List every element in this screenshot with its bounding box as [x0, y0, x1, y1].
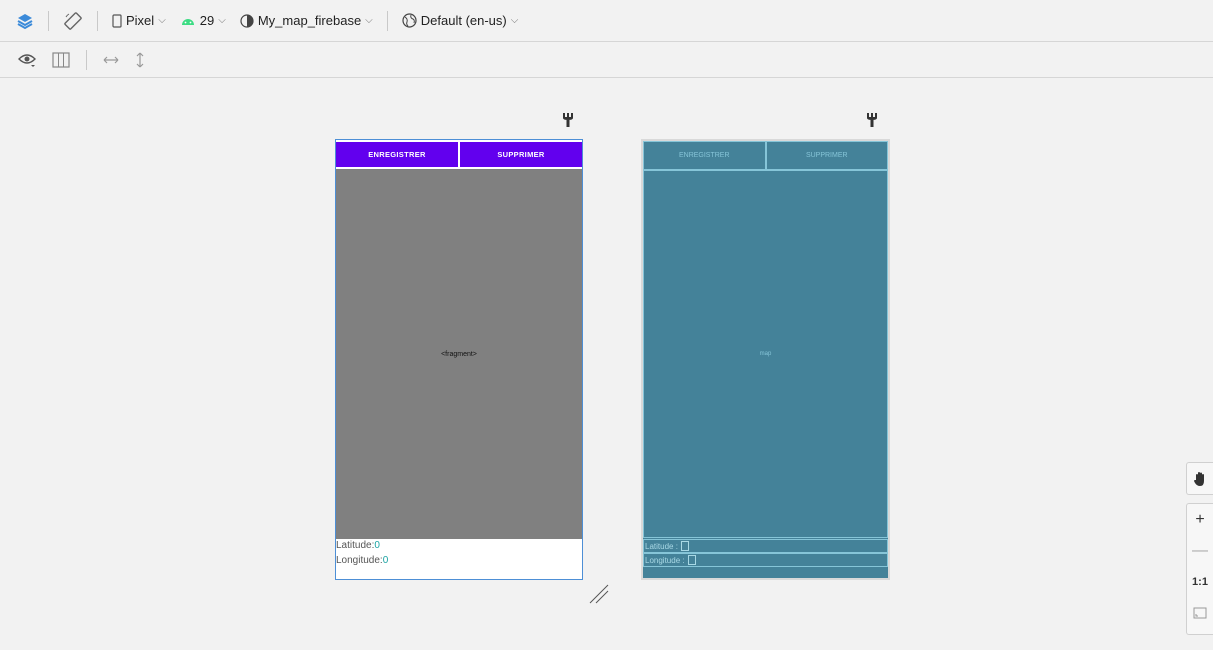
columns-icon[interactable] [48, 49, 74, 71]
blueprint-longitude-row[interactable]: Longitude : [643, 553, 888, 567]
blueprint-button-row: ENREGISTRER SUPPRIMER [643, 141, 888, 170]
blueprint-map[interactable]: map [643, 170, 888, 538]
resize-handle-icon[interactable] [588, 583, 610, 605]
device-selector[interactable]: Pixel ⌵ [108, 10, 170, 31]
theme-icon [240, 13, 254, 28]
eye-icon[interactable] [14, 49, 40, 71]
design-canvas[interactable] [0, 79, 1213, 650]
blueprint-latitude-label: Latitude : [645, 541, 678, 551]
zoom-panel: + — 1:1 [1186, 503, 1213, 635]
fit-screen-icon[interactable] [1187, 597, 1213, 628]
fragment-label: <fragment> [441, 350, 477, 358]
toolbar-divider [86, 49, 87, 70]
android-icon [181, 18, 194, 25]
blueprint-map-label: map [759, 351, 772, 357]
secondary-toolbar [0, 42, 1213, 78]
toolbar-divider [48, 10, 49, 31]
longitude-value: 0 [382, 555, 389, 566]
locale-label: Default (en-us) [420, 13, 507, 28]
delete-button[interactable]: SUPPRIMER [460, 142, 582, 167]
longitude-row[interactable]: Longitude:0 [336, 555, 388, 566]
map-fragment[interactable]: <fragment> [336, 169, 582, 539]
toolbar-divider [386, 10, 388, 31]
blueprint-delete-button[interactable]: SUPPRIMER [765, 141, 888, 170]
api-selector[interactable]: 29 ⌵ [176, 10, 230, 31]
top-toolbar: Pixel ⌵ 29 ⌵ My_map_firebase ⌵ Default (… [0, 0, 1213, 42]
chevron-down-icon: ⌵ [510, 15, 519, 26]
longitude-label: Longitude: [336, 555, 383, 566]
blueprint-latitude-value [680, 541, 689, 551]
theme-label: My_map_firebase [257, 13, 362, 28]
latitude-row[interactable]: Latitude:0 [336, 540, 380, 551]
chevron-down-icon: ⌵ [365, 15, 373, 26]
blueprint-latitude-row[interactable]: Latitude : [643, 539, 888, 553]
device-label: Pixel [126, 13, 155, 28]
layers-icon[interactable] [12, 9, 38, 33]
chevron-down-icon: ⌵ [218, 15, 226, 26]
zoom-out-button[interactable]: — [1187, 535, 1213, 566]
latitude-value: 0 [374, 540, 380, 551]
button-row: ENREGISTRER SUPPRIMER [336, 142, 582, 167]
blueprint-longitude-label: Longitude : [645, 555, 685, 565]
horizontal-arrows-icon[interactable] [99, 52, 123, 68]
blueprint-save-button[interactable]: ENREGISTRER [643, 141, 766, 170]
phone-icon [112, 13, 122, 28]
zoom-in-button[interactable]: + [1187, 504, 1213, 535]
design-preview[interactable]: ENREGISTRER SUPPRIMER <fragment> Latitud… [335, 139, 583, 580]
zoom-one-to-one-button[interactable]: 1:1 [1187, 566, 1213, 597]
pan-panel [1186, 462, 1213, 495]
wrench-icon[interactable] [562, 112, 574, 131]
pan-hand-icon[interactable] [1187, 463, 1213, 494]
blueprint-longitude-value [687, 555, 696, 565]
blueprint-preview[interactable]: ENREGISTRER SUPPRIMER map Latitude : Lon… [641, 139, 890, 580]
toolbar-divider [97, 10, 98, 31]
save-button[interactable]: ENREGISTRER [336, 142, 458, 167]
wrench-icon[interactable] [866, 112, 878, 131]
locale-selector[interactable]: Default (en-us) ⌵ [398, 10, 523, 31]
chevron-down-icon: ⌵ [158, 15, 166, 26]
orientation-icon[interactable] [59, 8, 87, 34]
theme-selector[interactable]: My_map_firebase ⌵ [236, 10, 377, 31]
latitude-label: Latitude: [336, 540, 375, 551]
api-label: 29 [199, 13, 215, 28]
globe-icon [402, 13, 417, 28]
vertical-arrows-icon[interactable] [131, 49, 149, 71]
